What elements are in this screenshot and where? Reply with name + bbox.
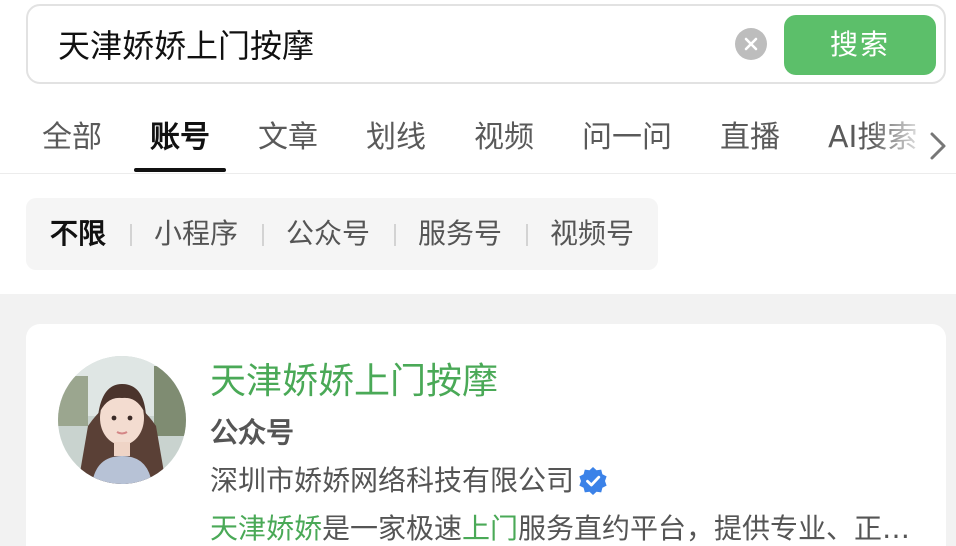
tab-accounts[interactable]: 账号 [150,118,210,158]
filter-official-account[interactable]: 公众号 [286,214,370,254]
tab-articles[interactable]: 文章 [258,118,318,158]
filter-divider [526,224,528,246]
tab-highlights[interactable]: 划线 [366,118,426,158]
filter-divider [130,224,132,246]
search-bar: 天津娇娇上门按摩 搜索 [26,4,946,84]
result-organization: 深圳市娇娇网络科技有限公司 [210,464,575,497]
tab-videos[interactable]: 视频 [474,118,534,158]
tab-all[interactable]: 全部 [42,118,102,158]
account-type-filter: 不限 小程序 公众号 服务号 视频号 [26,198,658,270]
result-title[interactable]: 天津娇娇上门按摩 [210,360,498,404]
tab-ask[interactable]: 问一问 [582,118,672,158]
description-text: 是一家极速 [322,512,463,545]
description-text: 服务直约平台，提供专业、正… [518,512,910,545]
clear-search-button[interactable] [735,28,767,60]
filter-channels[interactable]: 视频号 [550,214,634,254]
description-highlight: 天津娇娇 [210,512,323,545]
tab-bar: 全部 账号 文章 划线 视频 问一问 直播 AI搜索 [0,110,956,174]
tab-fade-overlay [870,110,930,170]
filter-mini-program[interactable]: 小程序 [154,214,238,254]
description-highlight: 上门 [462,512,519,545]
result-description: 天津娇娇是一家极速上门服务直约平台，提供专业、正… [210,510,910,546]
filter-divider [262,224,264,246]
tab-live[interactable]: 直播 [720,118,780,158]
avatar[interactable] [58,356,186,484]
filter-service-account[interactable]: 服务号 [418,214,502,254]
close-icon [744,37,758,51]
verified-badge-icon [579,467,607,495]
search-button[interactable]: 搜索 [784,15,936,75]
filter-divider [394,224,396,246]
chevron-right-icon[interactable] [926,128,950,164]
filter-all[interactable]: 不限 [50,214,106,254]
result-account-type: 公众号 [210,416,295,449]
search-input[interactable]: 天津娇娇上门按摩 [58,26,314,66]
active-tab-indicator [134,168,226,172]
